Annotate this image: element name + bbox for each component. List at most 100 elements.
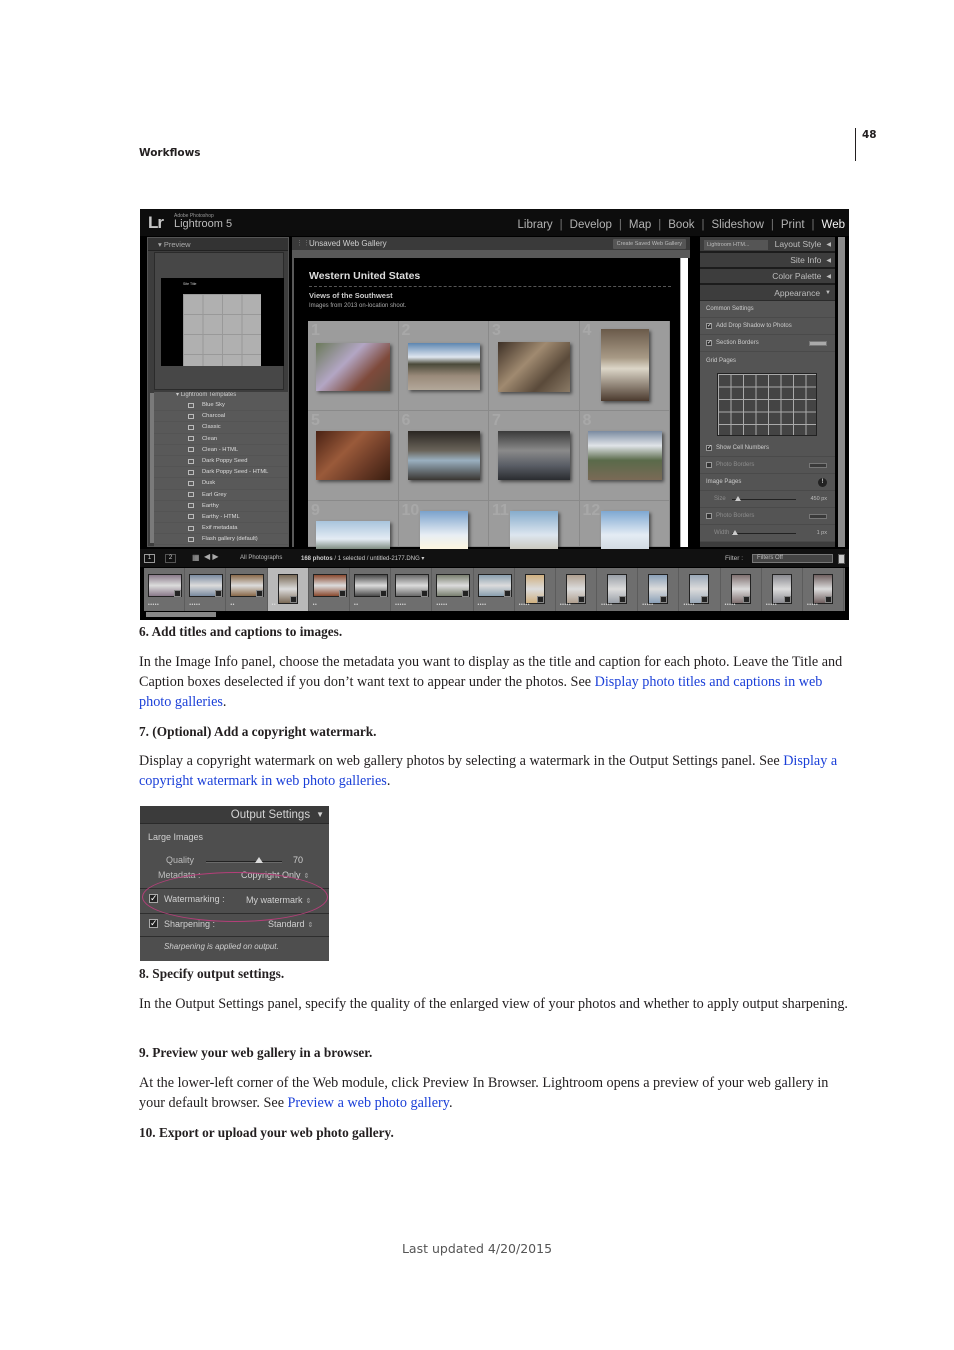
window-2-button[interactable]: 2 <box>165 554 176 563</box>
section-borders-checkbox[interactable]: ✓ <box>706 340 712 346</box>
gallery-cell[interactable]: 1 <box>308 321 399 411</box>
layout-style-header[interactable]: Lightroom HTM... Layout Style ◀ <box>700 237 835 253</box>
grid-layout-picker[interactable] <box>717 373 817 436</box>
filmstrip-cell[interactable]: ••••• <box>391 568 433 611</box>
module-web[interactable]: Web <box>815 219 847 231</box>
gallery-cell[interactable]: 5 <box>308 411 399 501</box>
show-cell-numbers-checkbox[interactable]: ✓ <box>706 445 712 451</box>
preview-gallery-link[interactable]: Preview a web photo gallery <box>288 1095 449 1111</box>
gallery-thumbnail[interactable] <box>316 343 390 391</box>
create-saved-gallery-button[interactable]: Create Saved Web Gallery <box>612 239 686 249</box>
template-item[interactable]: Dusk <box>154 478 288 490</box>
gallery-thumbnail[interactable] <box>600 329 649 401</box>
filmstrip-cell[interactable]: ••••• <box>762 568 803 611</box>
gallery-cell[interactable]: 2 <box>398 321 489 411</box>
gallery-thumbnail[interactable] <box>316 431 390 480</box>
photo-borders-image-checkbox[interactable] <box>706 513 712 519</box>
module-library[interactable]: Library <box>511 219 560 231</box>
size-slider-thumb[interactable] <box>735 496 742 501</box>
size-slider[interactable] <box>732 499 796 500</box>
gallery-cell[interactable]: 12 <box>579 501 670 551</box>
preview-scrollbar[interactable] <box>680 258 688 547</box>
template-item[interactable]: Charcoal <box>154 411 288 423</box>
template-item[interactable]: Flash gallery (default) <box>154 534 288 546</box>
gallery-cell[interactable]: 6 <box>398 411 489 501</box>
add-drop-shadow-checkbox[interactable]: ✓ <box>706 323 712 329</box>
sharpening-select[interactable]: Standard ⇕ <box>268 919 313 929</box>
filmstrip-scrollbar[interactable] <box>146 612 216 617</box>
layout-preset-select[interactable]: Lightroom HTM... <box>704 240 768 250</box>
template-item[interactable]: Exif metadata <box>154 523 288 535</box>
width-slider[interactable] <box>732 533 796 534</box>
filmstrip-cell[interactable]: ••••• <box>721 568 762 611</box>
filmstrip-cell[interactable]: ••••• <box>144 568 186 611</box>
module-book[interactable]: Book <box>661 219 701 231</box>
preview-panel-header[interactable]: ▾ Preview <box>148 238 288 251</box>
gallery-thumbnail[interactable] <box>510 511 558 551</box>
filmstrip-cell[interactable]: ••••• <box>679 568 721 611</box>
gallery-cell[interactable]: 3 <box>489 321 580 411</box>
source-label[interactable]: All Photographs <box>240 555 282 561</box>
gallery-thumbnail[interactable] <box>498 431 570 480</box>
module-map[interactable]: Map <box>622 219 658 231</box>
template-item[interactable]: Earthy <box>154 501 288 512</box>
gallery-thumbnail[interactable] <box>498 342 570 392</box>
template-item[interactable]: Earthy - HTML <box>154 512 288 524</box>
filmstrip-cell[interactable]: •• <box>226 568 268 611</box>
gallery-cell[interactable]: 10 <box>398 501 489 551</box>
filmstrip-cell[interactable]: ••••• <box>515 568 556 611</box>
gallery-thumbnail[interactable] <box>419 511 468 551</box>
template-item[interactable]: Dark Poppy Seed <box>154 456 288 468</box>
photo-borders-grid-color[interactable] <box>809 462 827 468</box>
template-item[interactable]: Blue Sky <box>154 400 288 412</box>
template-item[interactable]: Earl Grey <box>154 490 288 501</box>
section-borders-color[interactable] <box>809 340 827 346</box>
sharpening-checkbox[interactable]: ✓ <box>149 919 158 928</box>
template-item[interactable]: Classic <box>154 422 288 434</box>
gallery-cell[interactable]: 9 <box>308 501 399 551</box>
nav-arrows-icon[interactable]: ◀ ▶ <box>204 552 219 561</box>
site-info-header[interactable]: Site Info ◀ <box>700 253 835 269</box>
gallery-cell[interactable]: 7 <box>489 411 580 501</box>
filmstrip-cell[interactable]: •••• <box>474 568 515 611</box>
quality-slider[interactable] <box>206 861 282 863</box>
gallery-thumbnail[interactable] <box>407 343 480 390</box>
width-slider-thumb[interactable] <box>732 530 739 535</box>
info-icon[interactable]: ! <box>818 477 827 487</box>
template-item[interactable]: Clean <box>154 434 288 445</box>
module-slideshow[interactable]: Slideshow <box>704 219 770 231</box>
filmstrip-cell[interactable]: •• <box>350 568 392 611</box>
gallery-cell[interactable]: 8 <box>579 411 670 501</box>
module-print[interactable]: Print <box>774 219 812 231</box>
filter-select[interactable]: Filters Off <box>752 554 833 563</box>
right-panel-scrollbar[interactable] <box>838 237 845 547</box>
photo-borders-grid-checkbox[interactable] <box>706 462 712 468</box>
templates-folder[interactable]: ▾ Lightroom Templates <box>154 392 288 400</box>
filmstrip-cell[interactable]: •• <box>267 568 309 611</box>
filmstrip-cell[interactable]: ••••• <box>556 568 598 611</box>
gallery-cell[interactable]: 11 <box>489 501 580 551</box>
quality-slider-thumb[interactable] <box>255 857 264 863</box>
filmstrip-cell[interactable]: ••••• <box>638 568 680 611</box>
window-1-button[interactable]: 1 <box>144 554 155 563</box>
grid-view-icon[interactable]: ▦ <box>192 553 200 562</box>
photo-borders-image-color[interactable] <box>809 513 827 519</box>
template-item[interactable]: Dark Poppy Seed - HTML <box>154 467 288 479</box>
filter-toggle[interactable] <box>838 554 845 564</box>
appearance-header[interactable]: Appearance ▼ <box>700 285 835 301</box>
output-settings-header[interactable]: Output Settings ▼ <box>140 806 329 824</box>
gallery-thumbnail[interactable] <box>587 431 662 480</box>
filmstrip-cell[interactable]: ••••• <box>432 568 474 611</box>
filmstrip-cell[interactable]: ••••• <box>185 568 227 611</box>
gallery-cell[interactable]: 4 <box>579 321 670 411</box>
gallery-thumbnail[interactable] <box>600 511 649 551</box>
color-palette-header[interactable]: Color Palette ◀ <box>700 269 835 285</box>
gallery-thumbnail[interactable] <box>407 431 480 480</box>
photo-count[interactable]: 168 photos / 1 selected / untitled-2177.… <box>301 555 424 562</box>
filmstrip-cell[interactable]: •• <box>309 568 350 611</box>
filmstrip-cell[interactable]: ••••• <box>597 568 639 611</box>
template-item[interactable]: Clean - HTML <box>154 445 288 456</box>
module-develop[interactable]: Develop <box>563 219 619 231</box>
filmstrip-cell[interactable]: ••••• <box>803 568 845 611</box>
gallery-thumbnail[interactable] <box>316 521 390 551</box>
